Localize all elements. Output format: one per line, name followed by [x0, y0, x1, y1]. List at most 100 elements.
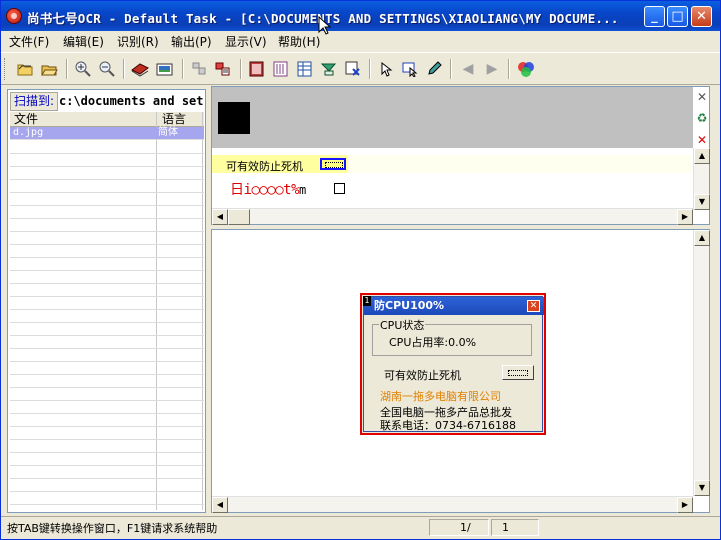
- empty-row: [10, 466, 204, 479]
- recognized-text-line1[interactable]: 可有效防止死机: [226, 158, 303, 174]
- menu-output[interactable]: 输出(P): [171, 33, 212, 50]
- empty-row: [10, 141, 204, 154]
- minimize-button[interactable]: _: [644, 6, 665, 27]
- scan-icon[interactable]: [129, 58, 151, 80]
- arrow-left-icon[interactable]: ◀: [457, 58, 479, 80]
- empty-row: [10, 505, 204, 510]
- recognized-square-glyph: [334, 183, 345, 194]
- empty-row: [10, 167, 204, 180]
- close-small-icon[interactable]: ✕: [695, 90, 709, 104]
- recognition-vscroll[interactable]: ▲ ▼: [693, 148, 710, 210]
- recycle-icon[interactable]: ♻: [695, 111, 709, 125]
- dialog-image: 防CPU100% 1 ✕ CPU状态 CPU占用率:0.0% 可有效防止死机 湖…: [363, 296, 544, 432]
- scroll-up-button[interactable]: ▲: [694, 148, 710, 164]
- phone-text: 联系电话：0734-6716188: [380, 419, 516, 432]
- arrow-right-icon[interactable]: ▶: [481, 58, 503, 80]
- language-cell: 简体: [158, 127, 178, 138]
- scroll-down-button[interactable]: ▼: [694, 480, 710, 496]
- scroll-left-button[interactable]: ◀: [212, 497, 228, 513]
- empty-row: [10, 427, 204, 440]
- scroll-right-button[interactable]: ▶: [677, 497, 693, 513]
- menu-bar: 文件(F) 编辑(E) 识别(R) 输出(P) 显示(V) 帮助(H): [1, 31, 720, 51]
- scan-to-button[interactable]: 扫描到:: [10, 92, 58, 111]
- dialog-button-image: [502, 365, 534, 380]
- empty-row: [10, 492, 204, 505]
- color-icon[interactable]: [515, 58, 537, 80]
- status-bar: 按TAB键转换操作窗口，F1键请求系统帮助 1/ 1: [1, 516, 720, 539]
- column-header-file[interactable]: 文件: [14, 112, 38, 126]
- empty-row: [10, 284, 204, 297]
- empty-row: [10, 323, 204, 336]
- table-row[interactable]: d.jpg 简体: [10, 127, 204, 140]
- image-strip: [212, 87, 693, 148]
- open-file-icon[interactable]: [39, 58, 61, 80]
- layout-icon[interactable]: [188, 58, 210, 80]
- empty-row: [10, 245, 204, 258]
- scan-path-field[interactable]: c:\documents and setti: [59, 92, 204, 111]
- menu-edit[interactable]: 编辑(E): [63, 33, 104, 50]
- delete-red-icon[interactable]: ✕: [695, 133, 709, 147]
- open-folder-icon[interactable]: [14, 58, 36, 80]
- image-fragment: [218, 102, 250, 134]
- scroll-up-button[interactable]: ▲: [694, 230, 710, 246]
- image-icon[interactable]: [154, 58, 176, 80]
- empty-row: [10, 349, 204, 362]
- zoom-out-icon[interactable]: [96, 58, 118, 80]
- delete-region-icon[interactable]: [342, 58, 364, 80]
- recognized-line[interactable]: 可有效防止死机: [212, 155, 692, 173]
- scan-to-row: 扫描到: c:\documents and setti: [10, 92, 204, 112]
- empty-row: [10, 258, 204, 271]
- select-text-icon[interactable]: [399, 58, 421, 80]
- empty-row: [10, 206, 204, 219]
- region-number-badge: 1: [363, 296, 371, 306]
- empty-row: [10, 310, 204, 323]
- menu-help[interactable]: 帮助(H): [278, 33, 320, 50]
- table-icon[interactable]: [294, 58, 316, 80]
- cpu-status-group: CPU状态 CPU占用率:0.0%: [372, 317, 532, 356]
- empty-row: [10, 414, 204, 427]
- toolbar-grip[interactable]: [4, 58, 7, 80]
- column-header-language[interactable]: 语言: [162, 112, 186, 126]
- dialog-image-region[interactable]: 防CPU100% 1 ✕ CPU状态 CPU占用率:0.0% 可有效防止死机 湖…: [360, 293, 546, 435]
- title-bar[interactable]: 尚书七号OCR - Default Task - [C:\DOCUMENTS A…: [1, 1, 720, 31]
- cpu-usage-text: CPU占用率:0.0%: [389, 336, 477, 349]
- pointer-icon[interactable]: [375, 58, 397, 80]
- recognition-panel: 可有效防止死机 日i○○○○t%m ✕ ♻ ✕ ▲ ▼ ◀ ▶: [211, 86, 710, 225]
- columns-icon[interactable]: [270, 58, 292, 80]
- page-total: 1: [491, 519, 539, 536]
- scroll-down-button[interactable]: ▼: [694, 194, 710, 210]
- file-grid[interactable]: 文件 语言 d.jpg 简体: [10, 112, 204, 510]
- recognized-button-region[interactable]: [320, 158, 346, 170]
- menu-file[interactable]: 文件(F): [9, 33, 49, 50]
- preview-hscroll[interactable]: ◀ ▶: [212, 496, 693, 513]
- empty-row: [10, 401, 204, 414]
- empty-row: [10, 362, 204, 375]
- recognized-text-line2[interactable]: 日i○○○○t%m: [230, 179, 306, 199]
- empty-row: [10, 180, 204, 193]
- empty-row: [10, 440, 204, 453]
- scroll-left-button[interactable]: ◀: [212, 209, 228, 225]
- empty-row: [10, 154, 204, 167]
- zoom-in-icon[interactable]: [72, 58, 94, 80]
- mouse-cursor-icon: [318, 16, 332, 35]
- app-window: 尚书七号OCR - Default Task - [C:\DOCUMENTS A…: [0, 0, 721, 540]
- scroll-thumb[interactable]: [228, 209, 250, 225]
- file-grid-header: 文件 语言: [10, 112, 204, 127]
- menu-recognize[interactable]: 识别(R): [117, 33, 159, 50]
- scroll-right-button[interactable]: ▶: [677, 209, 693, 225]
- close-button[interactable]: ✕: [691, 6, 712, 27]
- image-preview-panel[interactable]: 防CPU100% 1 ✕ CPU状态 CPU占用率:0.0% 可有效防止死机 湖…: [211, 229, 710, 513]
- select-region-icon[interactable]: [212, 58, 234, 80]
- preview-vscroll[interactable]: ▲ ▼: [693, 230, 710, 496]
- app-logo-icon[interactable]: [6, 8, 22, 24]
- frame-icon[interactable]: [246, 58, 268, 80]
- empty-row: [10, 453, 204, 466]
- recognition-hscroll[interactable]: ◀ ▶: [212, 208, 693, 225]
- empty-row: [10, 232, 204, 245]
- maximize-button[interactable]: □: [667, 6, 688, 27]
- empty-row: [10, 297, 204, 310]
- menu-view[interactable]: 显示(V): [225, 33, 267, 50]
- status-message: 按TAB键转换操作窗口，F1键请求系统帮助: [7, 522, 218, 535]
- auto-region-icon[interactable]: [318, 58, 340, 80]
- pencil-icon[interactable]: [423, 58, 445, 80]
